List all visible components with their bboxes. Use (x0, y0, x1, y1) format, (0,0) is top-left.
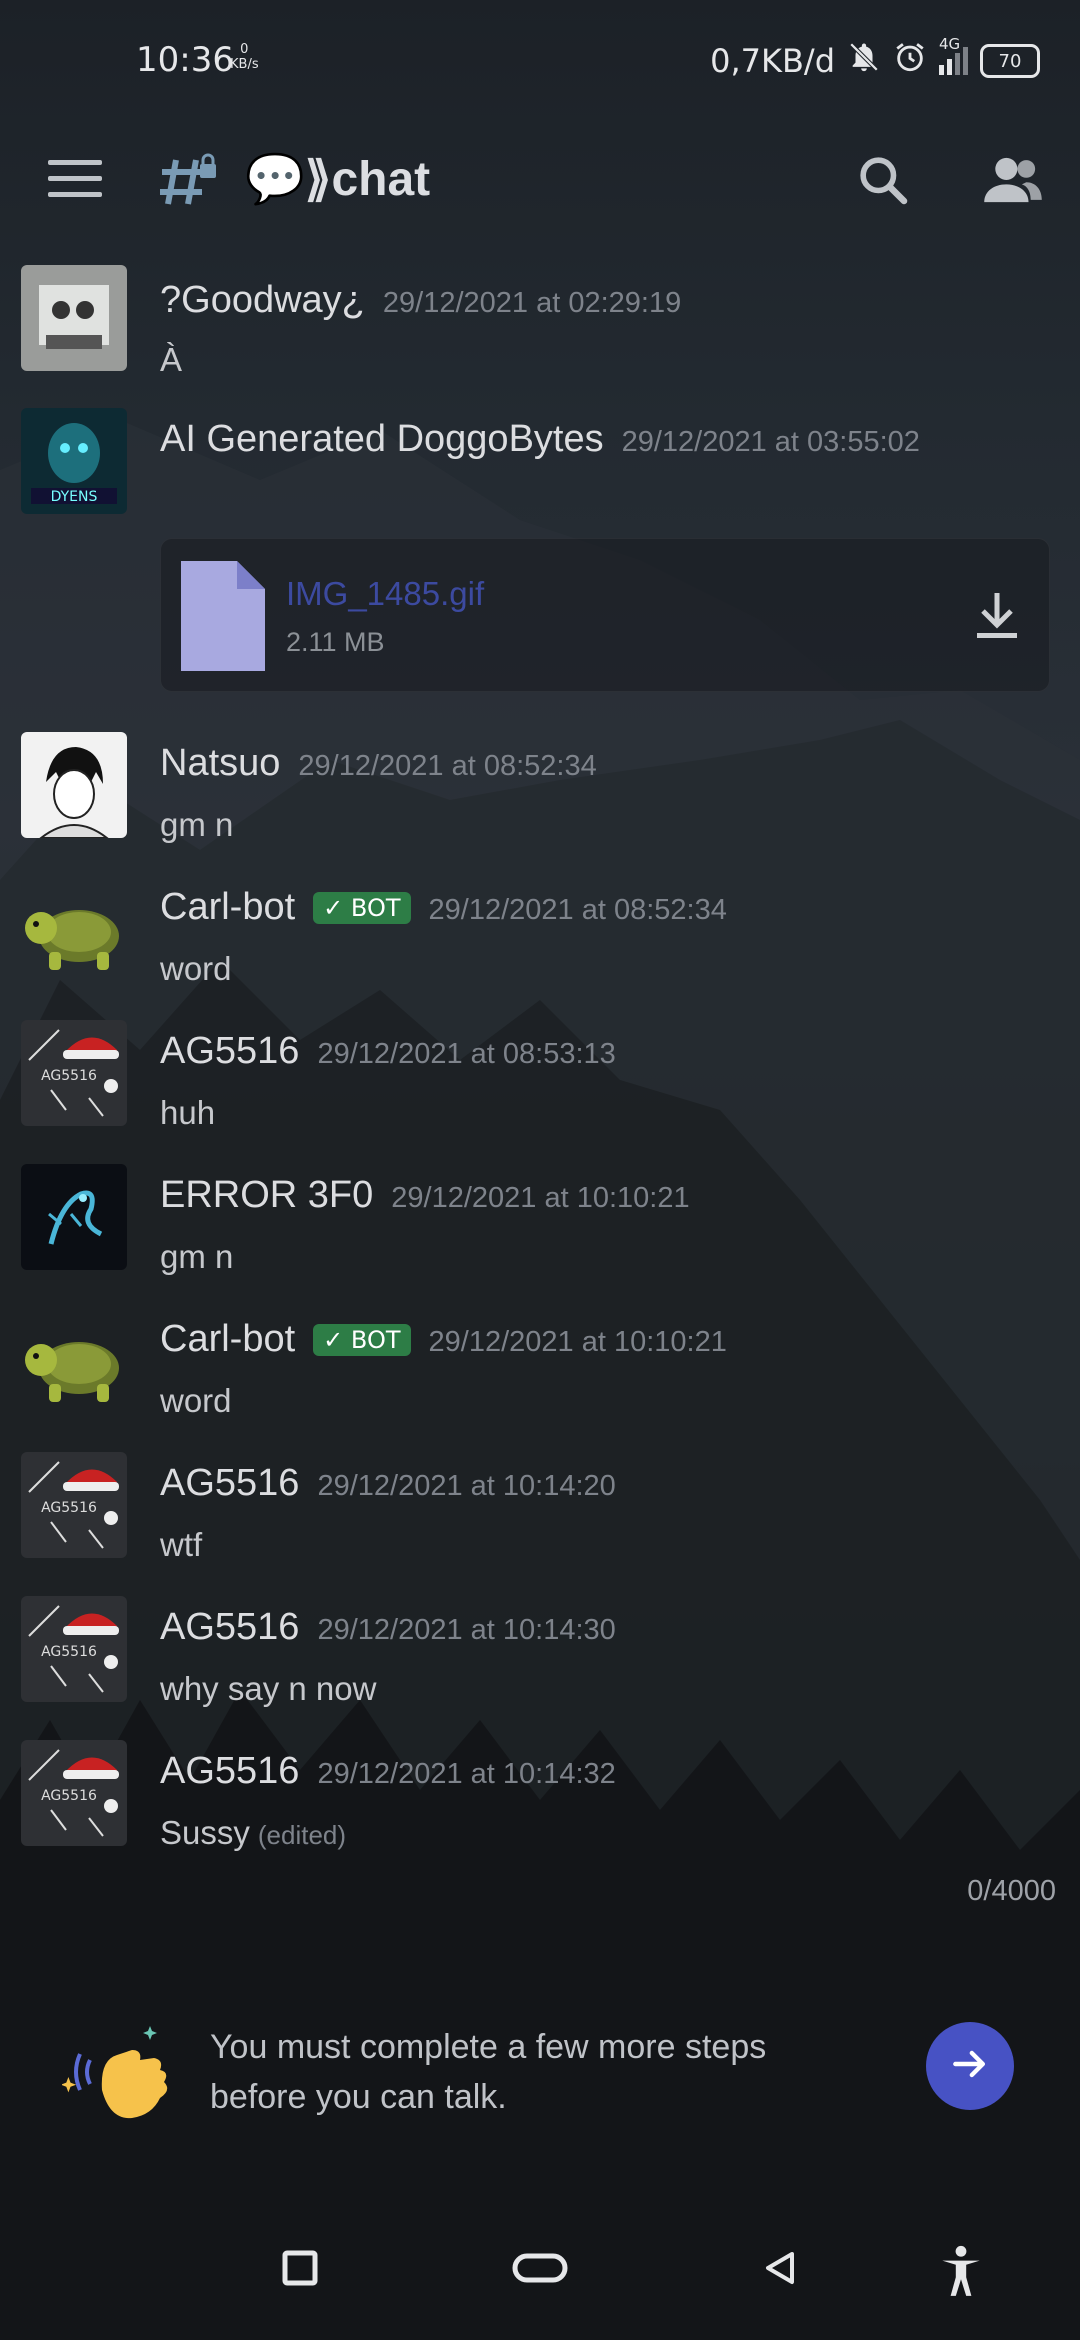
waving-hand-icon (60, 2020, 182, 2146)
dragon-avatar[interactable] (21, 1164, 127, 1270)
svg-text:AG5516: AG5516 (41, 1644, 97, 1660)
bot-label: BOT (350, 893, 401, 922)
timestamp: 29/12/2021 at 08:52:34 (428, 894, 727, 926)
username[interactable]: ?Goodway¿ (160, 279, 365, 322)
svg-text:AG5516: AG5516 (41, 1788, 97, 1804)
file-icon (181, 561, 265, 675)
message-text: À (160, 341, 183, 378)
accessibility-icon[interactable] (936, 2244, 986, 2302)
timestamp: 29/12/2021 at 03:55:02 (621, 426, 920, 458)
username[interactable]: ERROR 3F0 (160, 1174, 373, 1217)
timestamp: 29/12/2021 at 02:29:19 (382, 287, 682, 319)
char-counter: 0/4000 (967, 1875, 1056, 1907)
turtle-avatar[interactable] (21, 1308, 127, 1414)
locked-channel-icon (158, 150, 222, 214)
mute-bell-icon (847, 40, 881, 82)
recents-icon[interactable] (282, 2250, 318, 2290)
bot-label: BOT (350, 1325, 401, 1354)
timestamp: 29/12/2021 at 08:52:34 (298, 750, 597, 782)
file-size: 2.11 MB (286, 627, 385, 657)
signal-icon: 4G (939, 35, 968, 75)
members-icon[interactable] (982, 152, 1044, 212)
message-text: Sussy (edited) (160, 1814, 346, 1852)
system-nav-bar (0, 2200, 1080, 2340)
back-icon[interactable] (762, 2250, 798, 2290)
kbs-value: 0 (240, 42, 249, 57)
timestamp: 29/12/2021 at 10:10:21 (428, 1326, 727, 1358)
status-bar: 10:36 0 KB/s 0,7KB/d 4G 70 (0, 0, 1080, 120)
net-speed: 0,7KB/d (710, 42, 835, 80)
svg-text:DYENS: DYENS (51, 489, 98, 505)
turtle-avatar[interactable] (21, 876, 127, 982)
channel-header: 💬⟫chat (0, 120, 1080, 240)
timestamp: 29/12/2021 at 10:14:32 (317, 1758, 616, 1790)
home-icon[interactable] (512, 2250, 568, 2290)
avatar[interactable] (21, 732, 127, 838)
message-text: word (160, 1382, 232, 1419)
message-text: gm n (160, 1238, 234, 1275)
username[interactable]: Carl-bot (160, 886, 295, 929)
username[interactable]: AI Generated DoggoBytes (160, 418, 604, 461)
message-text: word (160, 950, 232, 987)
svg-text:AG5516: AG5516 (41, 1500, 97, 1516)
message-text: why say n now (160, 1670, 377, 1707)
bot-badge: ✓ BOT (313, 1323, 411, 1356)
username[interactable]: AG5516 (160, 1606, 299, 1649)
network-type: 4G (939, 35, 961, 53)
username[interactable]: AG5516 (160, 1462, 299, 1505)
santa-avatar[interactable]: AG5516 (21, 1740, 127, 1846)
message-text: gm n (160, 806, 234, 843)
avatar[interactable]: DYENS (21, 408, 127, 514)
message-text: huh (160, 1094, 216, 1131)
santa-avatar[interactable]: AG5516 (21, 1020, 127, 1126)
username[interactable]: AG5516 (160, 1030, 299, 1073)
message-body: Sussy (160, 1814, 250, 1851)
download-icon[interactable] (975, 591, 1019, 645)
search-icon[interactable] (855, 152, 911, 212)
timestamp: 29/12/2021 at 10:14:20 (317, 1470, 616, 1502)
menu-icon[interactable] (48, 160, 102, 200)
battery-level: 70 (998, 50, 1022, 72)
username[interactable]: Carl-bot (160, 1318, 295, 1361)
file-attachment[interactable]: IMG_1485.gif 2.11 MB (160, 538, 1050, 692)
username[interactable]: Natsuo (160, 742, 280, 785)
santa-avatar[interactable]: AG5516 (21, 1452, 127, 1558)
file-name-link[interactable]: IMG_1485.gif (286, 575, 484, 613)
timestamp: 29/12/2021 at 08:53:13 (317, 1038, 616, 1070)
svg-text:AG5516: AG5516 (41, 1068, 97, 1084)
battery-icon: 70 (980, 44, 1040, 78)
timestamp: 29/12/2021 at 10:10:21 (391, 1182, 690, 1214)
kbs-unit: KB/s (230, 57, 259, 72)
channel-name[interactable]: 💬⟫chat (245, 150, 430, 207)
network-speed-indicator: 0 KB/s (230, 42, 259, 72)
message-text: wtf (160, 1526, 203, 1563)
santa-avatar[interactable]: AG5516 (21, 1596, 127, 1702)
status-right: 0,7KB/d 4G 70 (710, 35, 1040, 82)
verification-notice: You must complete a few more steps befor… (210, 2028, 767, 2116)
bot-badge: ✓ BOT (313, 891, 411, 924)
avatar[interactable] (21, 265, 127, 371)
username[interactable]: AG5516 (160, 1750, 299, 1793)
alarm-icon (893, 40, 927, 82)
edited-label: (edited) (257, 1820, 347, 1850)
message-composer: You must complete a few more steps befor… (0, 2000, 1080, 2140)
status-time: 10:36 (136, 40, 234, 80)
timestamp: 29/12/2021 at 10:14:30 (317, 1614, 616, 1646)
continue-button[interactable] (926, 2022, 1014, 2110)
arrow-right-icon (948, 2042, 992, 2090)
